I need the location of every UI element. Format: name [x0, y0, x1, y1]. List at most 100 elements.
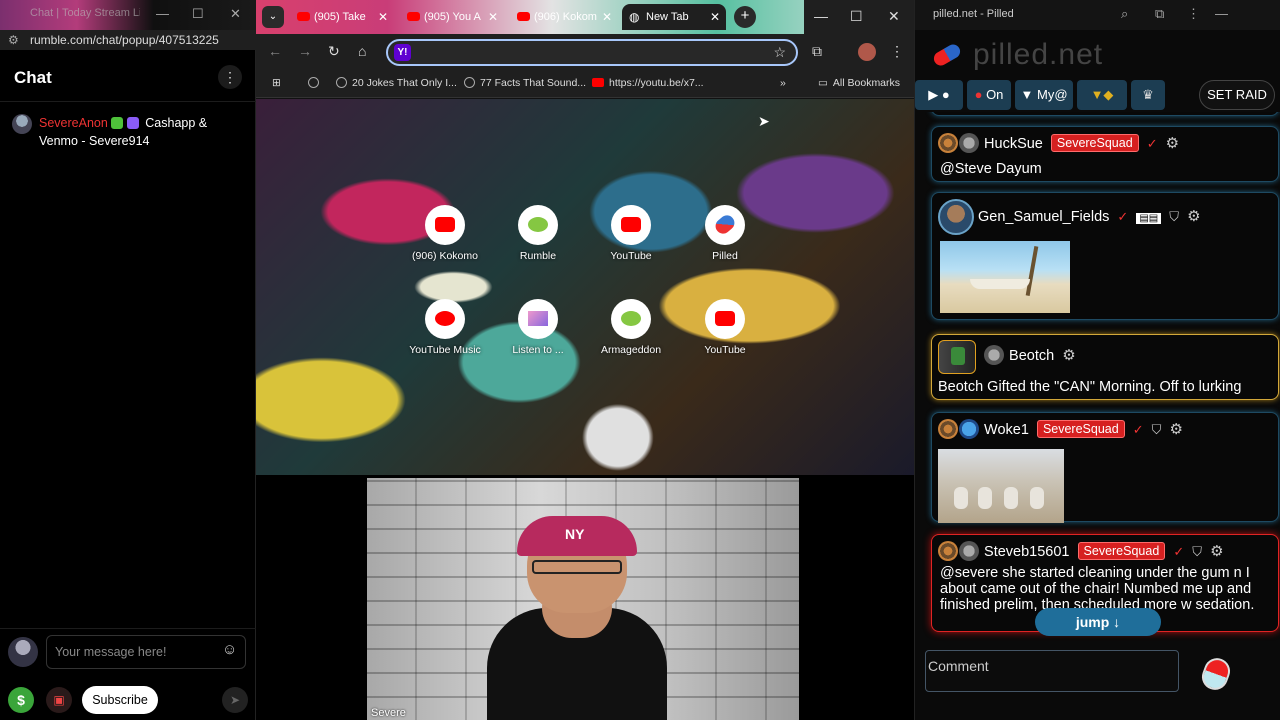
tab-3[interactable]: (906) Kokom ✕: [510, 4, 618, 30]
pilled-menu-icon[interactable]: ⋮: [1187, 6, 1200, 22]
avatar[interactable]: [984, 345, 1004, 365]
filter-pill-button[interactable]: ▼◆: [1077, 80, 1127, 110]
shortcut-armageddon[interactable]: Armageddon: [591, 299, 671, 356]
bookmark-1[interactable]: 20 Jokes That Only I...: [336, 77, 457, 89]
gear-icon[interactable]: ⚙: [1210, 543, 1223, 560]
shield-icon[interactable]: ⛉: [1192, 544, 1202, 559]
webcam-feed: NY Severe: [367, 478, 799, 720]
address-bar[interactable]: Y! ☆: [386, 39, 798, 66]
verified-check-icon: ✓: [1173, 544, 1185, 559]
figure: [978, 487, 992, 509]
apps-icon[interactable]: ⊞: [272, 77, 281, 89]
shield-icon[interactable]: ⛉: [1152, 422, 1162, 437]
extensions-icon[interactable]: ⧉: [812, 43, 822, 60]
post-username[interactable]: HuckSue: [984, 136, 1043, 152]
subscribe-button[interactable]: Subscribe: [82, 686, 158, 714]
send-pill-icon[interactable]: [1198, 654, 1234, 694]
close-icon[interactable]: ✕: [602, 4, 612, 30]
tab-new-tab[interactable]: ◍ New Tab ✕: [622, 4, 726, 30]
gift-icon[interactable]: ▣: [46, 687, 72, 713]
all-bookmarks[interactable]: ▭ All Bookmarks: [818, 77, 900, 89]
home-icon[interactable]: ⌂: [358, 43, 366, 59]
left-minimize-button[interactable]: —: [156, 6, 169, 21]
shortcut-rumble[interactable]: Rumble: [498, 205, 578, 262]
chat-menu-icon[interactable]: ⋮: [218, 65, 242, 89]
gear-icon[interactable]: ⚙: [1166, 135, 1179, 152]
bookmark-3[interactable]: https://youtu.be/x7...: [592, 77, 704, 89]
post-username[interactable]: Woke1: [984, 422, 1029, 438]
trophy-button[interactable]: ♛: [1131, 80, 1165, 110]
shortcut-youtube-2[interactable]: YouTube: [685, 299, 765, 356]
shortcut-youtube-music[interactable]: YouTube Music: [405, 299, 485, 356]
shortcut-youtube[interactable]: YouTube: [591, 205, 671, 262]
install-icon[interactable]: ⧉: [1155, 6, 1164, 22]
post-image[interactable]: [940, 241, 1070, 313]
tab-1[interactable]: (905) Take ✕: [290, 4, 394, 30]
avatar[interactable]: [959, 133, 979, 153]
left-close-button[interactable]: ✕: [230, 6, 241, 22]
youtube-icon: [592, 78, 604, 87]
reload-icon[interactable]: ↻: [328, 43, 340, 60]
pilled-logo[interactable]: pilled.net: [973, 38, 1103, 72]
bookmark-globe-icon[interactable]: [308, 77, 324, 89]
post-username[interactable]: Beotch: [1009, 348, 1054, 364]
close-icon[interactable]: ✕: [378, 4, 388, 30]
more-bookmarks-icon[interactable]: »: [780, 77, 786, 89]
on-toggle-button[interactable]: ● On: [967, 80, 1011, 110]
post-username[interactable]: Steveb15601: [984, 544, 1069, 560]
premium-badge-icon: [126, 117, 139, 129]
thumbnail-icon: [528, 311, 548, 326]
feed-card-gifted: Beotch ⚙ Beotch Gifted the "CAN" Morning…: [931, 334, 1279, 400]
chat-username[interactable]: SevereAnon: [39, 116, 108, 130]
set-raid-button[interactable]: SET RAID: [1199, 80, 1275, 110]
gear-icon[interactable]: ⚙: [1062, 347, 1075, 364]
shortcut-kokomo[interactable]: (906) Kokomo: [405, 205, 485, 262]
bookmark-label: 20 Jokes That Only I...: [352, 77, 457, 89]
gear-icon[interactable]: ⚙: [1169, 421, 1182, 438]
bookmark-star-icon[interactable]: ☆: [773, 44, 786, 61]
jump-to-latest-button[interactable]: jump ↓: [1035, 608, 1161, 636]
back-icon[interactable]: ←: [268, 43, 282, 59]
send-icon[interactable]: ➤: [222, 687, 248, 713]
squad-badge: SevereSquad: [1077, 542, 1166, 560]
site-settings-icon[interactable]: ⚙: [8, 33, 19, 47]
gear-icon[interactable]: ⚙: [1187, 208, 1200, 225]
minimize-button[interactable]: —: [814, 8, 828, 24]
chat-toggle-button[interactable]: ▶ ●: [915, 80, 963, 110]
post-image[interactable]: [938, 449, 1064, 523]
shortcut-label: Armageddon: [600, 344, 662, 356]
avatar[interactable]: [959, 541, 979, 561]
emoji-icon[interactable]: ☺: [222, 641, 237, 658]
pilled-logo-icon: [931, 41, 963, 69]
tip-button[interactable]: $: [8, 687, 34, 713]
avatar[interactable]: [959, 419, 979, 439]
bookmarks-bar: ⊞ 20 Jokes That Only I... 77 Facts That …: [256, 70, 914, 98]
zoom-icon[interactable]: ⌕: [1121, 6, 1128, 22]
browser-menu-icon[interactable]: ⋮: [890, 43, 904, 60]
post-username[interactable]: Gen_Samuel_Fields: [978, 209, 1109, 225]
youtube-icon: [621, 217, 641, 232]
pill-icon: [712, 212, 738, 237]
chat-input[interactable]: Your message here!: [46, 635, 246, 669]
avatar[interactable]: [938, 199, 974, 235]
close-icon[interactable]: ✕: [710, 4, 720, 30]
tab-2[interactable]: (905) You A ✕: [400, 4, 504, 30]
tab-search-icon[interactable]: ⌄: [262, 6, 284, 28]
shortcut-listen[interactable]: Listen to ...: [498, 299, 578, 356]
comment-input[interactable]: Comment: [925, 650, 1179, 692]
shield-icon[interactable]: ⛉: [1169, 209, 1179, 224]
forward-icon[interactable]: →: [298, 43, 312, 59]
left-url-bar[interactable]: ⚙ rumble.com/chat/popup/407513225: [0, 30, 256, 50]
close-window-button[interactable]: ✕: [888, 8, 900, 25]
pilled-minimize-button[interactable]: —: [1215, 6, 1228, 21]
mentions-filter-button[interactable]: ▼ My@: [1015, 80, 1073, 110]
bookmark-2[interactable]: 77 Facts That Sound...: [464, 77, 586, 89]
close-icon[interactable]: ✕: [488, 4, 498, 30]
mentions-label: My@: [1036, 87, 1068, 102]
avatar[interactable]: [12, 114, 32, 134]
maximize-button[interactable]: ☐: [850, 8, 863, 25]
left-maximize-button[interactable]: ☐: [192, 6, 204, 22]
shortcut-pilled[interactable]: Pilled: [685, 205, 765, 262]
profile-avatar[interactable]: [858, 43, 876, 61]
new-tab-button[interactable]: +: [734, 6, 756, 28]
